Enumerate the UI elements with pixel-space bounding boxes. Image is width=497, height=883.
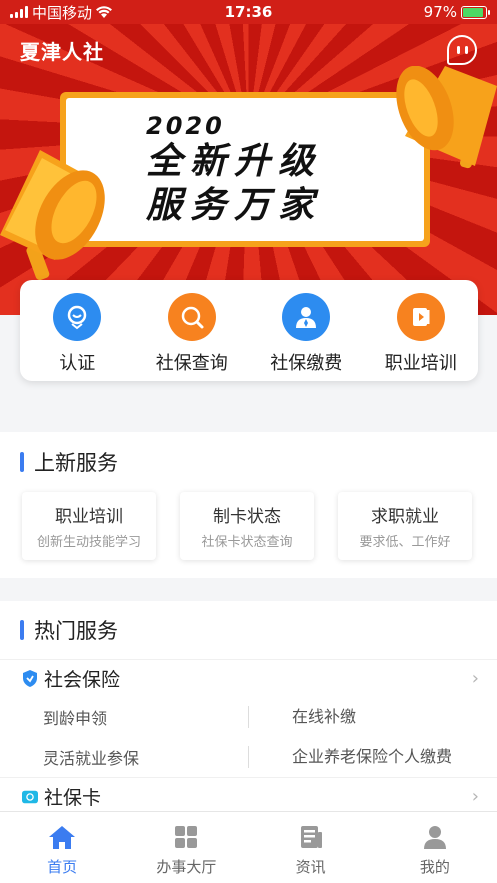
service-row: 到龄申领 在线补缴: [0, 697, 497, 737]
battery-percent: 97%: [423, 3, 457, 21]
section-title: 上新服务: [34, 451, 118, 475]
promo-line-1: 全新升级: [146, 140, 323, 182]
wifi-icon: [96, 6, 113, 18]
banner: 夏津人社 2020 全新升级 服务万家: [0, 0, 497, 315]
section-header: 上新服务: [0, 432, 497, 492]
promo-year: 2020: [146, 111, 225, 140]
card-title: 制卡状态: [213, 507, 281, 527]
shield-icon: [22, 670, 38, 687]
tab-label: 我的: [419, 858, 450, 876]
service-link[interactable]: 企业养老保险个人缴费: [248, 746, 496, 768]
service-link[interactable]: 灵活就业参保: [0, 745, 248, 769]
tab-home[interactable]: 首页: [0, 812, 124, 883]
section-title: 热门服务: [34, 619, 118, 643]
tab-label: 资讯: [295, 858, 326, 876]
service-link[interactable]: 到龄申领: [0, 705, 248, 729]
tab-label: 首页: [47, 858, 78, 876]
group-ss-card[interactable]: 社保卡 ›: [0, 777, 497, 815]
home-icon: [49, 826, 76, 849]
quick-label: 社保缴费: [270, 353, 343, 374]
group-social-insurance[interactable]: 社会保险 ›: [0, 659, 497, 697]
grid-icon: [175, 826, 198, 848]
section-header: 热门服务: [0, 601, 497, 659]
megaphone-left-icon: [0, 150, 105, 281]
quick-item-ss-payment[interactable]: 社保缴费: [249, 280, 364, 381]
chat-bubble-icon[interactable]: [447, 35, 477, 65]
tab-news[interactable]: 资讯: [249, 812, 373, 883]
quick-item-verify[interactable]: 认证: [20, 280, 135, 381]
service-link[interactable]: 在线补缴: [248, 706, 496, 728]
face-verify-icon: [53, 293, 102, 341]
service-row: 灵活就业参保 企业养老保险个人缴费: [0, 737, 497, 777]
tab-mine[interactable]: 我的: [373, 812, 497, 883]
hot-services-section: 热门服务 社会保险 › 到龄申领 在线补缴 灵活就业参保 企业养老保险个人缴费 …: [0, 601, 497, 811]
carrier-name: 中国移动: [32, 3, 93, 22]
chevron-right-icon: ›: [471, 668, 479, 689]
bottom-tab-bar: 首页 办事大厅 资讯 我的: [0, 811, 497, 883]
quick-menu: 认证 社保查询 社保缴费 职业培训: [20, 280, 478, 381]
new-service-card[interactable]: 制卡状态 社保卡状态查询: [180, 492, 314, 560]
chevron-right-icon: ›: [471, 786, 479, 807]
card-title: 职业培训: [55, 507, 123, 527]
status-bar: 中国移动 17:36 97%: [0, 0, 497, 24]
new-services-section: 上新服务 职业培训 创新生动技能学习 制卡状态 社保卡状态查询 求职就业 要求低…: [0, 432, 497, 578]
tab-service-hall[interactable]: 办事大厅: [124, 812, 248, 883]
tab-label: 办事大厅: [156, 858, 217, 876]
user-icon: [423, 826, 446, 849]
signal-icon: [10, 6, 28, 18]
new-service-card[interactable]: 职业培训 创新生动技能学习: [22, 492, 156, 560]
card-icon: [22, 789, 38, 805]
card-subtitle: 创新生动技能学习: [36, 535, 141, 550]
quick-label: 职业培训: [384, 353, 457, 374]
promo-line-2: 服务万家: [146, 184, 323, 226]
app-title: 夏津人社: [20, 39, 104, 64]
megaphone-right-icon: [396, 66, 497, 169]
card-subtitle: 社保卡状态查询: [201, 535, 293, 550]
card-subtitle: 要求低、工作好: [359, 535, 451, 550]
quick-item-training[interactable]: 职业培训: [364, 280, 479, 381]
news-icon: [300, 826, 322, 848]
new-service-card[interactable]: 求职就业 要求低、工作好: [338, 492, 472, 560]
group-name: 社保卡: [44, 787, 102, 809]
quick-label: 认证: [59, 353, 96, 374]
search-icon: [167, 293, 216, 341]
card-title: 求职就业: [371, 507, 439, 527]
person-icon: [282, 293, 331, 341]
book-icon: [396, 293, 445, 341]
battery-icon: [461, 5, 490, 19]
group-name: 社会保险: [44, 669, 121, 691]
quick-item-ss-query[interactable]: 社保查询: [135, 280, 250, 381]
quick-label: 社保查询: [155, 353, 228, 374]
